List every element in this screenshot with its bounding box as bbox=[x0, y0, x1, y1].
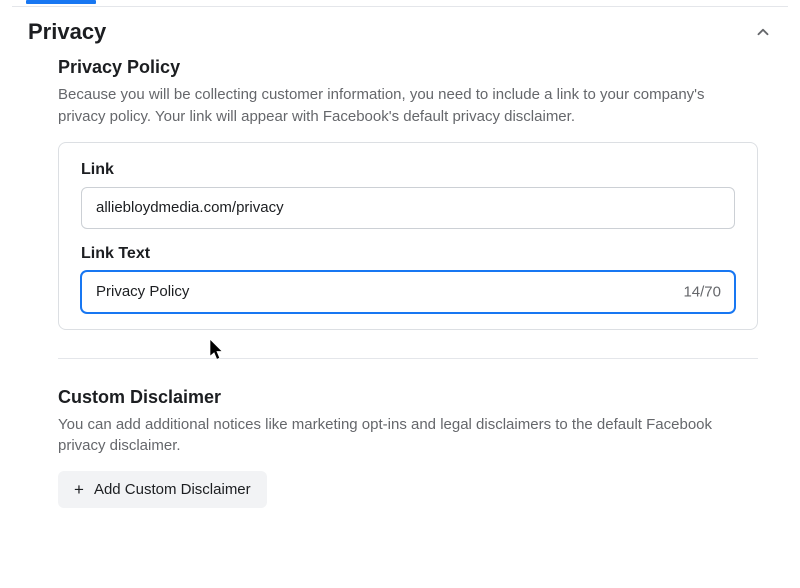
tab-indicator bbox=[26, 0, 96, 4]
link-text-label: Link Text bbox=[81, 245, 735, 263]
section-header-privacy[interactable]: Privacy bbox=[12, 19, 788, 57]
privacy-policy-description: Because you will be collecting customer … bbox=[58, 84, 738, 128]
add-custom-disclaimer-label: Add Custom Disclaimer bbox=[94, 481, 251, 498]
privacy-policy-card: Link Link Text 14/70 bbox=[58, 142, 758, 330]
link-field-block: Link bbox=[81, 161, 735, 229]
privacy-policy-section: Privacy Policy Because you will be colle… bbox=[58, 57, 758, 359]
link-input[interactable] bbox=[81, 187, 735, 229]
custom-disclaimer-description: You can add additional notices like mark… bbox=[58, 414, 738, 458]
section-divider bbox=[58, 358, 758, 359]
chevron-up-icon bbox=[754, 23, 772, 41]
link-text-field-block: Link Text 14/70 bbox=[81, 245, 735, 313]
privacy-policy-heading: Privacy Policy bbox=[58, 57, 758, 78]
top-divider bbox=[12, 6, 788, 7]
link-label: Link bbox=[81, 161, 735, 179]
link-text-input[interactable] bbox=[81, 271, 735, 313]
custom-disclaimer-section: Custom Disclaimer You can add additional… bbox=[58, 387, 758, 509]
plus-icon: + bbox=[74, 481, 84, 498]
add-custom-disclaimer-button[interactable]: + Add Custom Disclaimer bbox=[58, 471, 267, 508]
mouse-cursor-icon bbox=[210, 340, 224, 360]
char-counter: 14/70 bbox=[677, 283, 721, 300]
section-title: Privacy bbox=[28, 19, 106, 45]
custom-disclaimer-heading: Custom Disclaimer bbox=[58, 387, 758, 408]
